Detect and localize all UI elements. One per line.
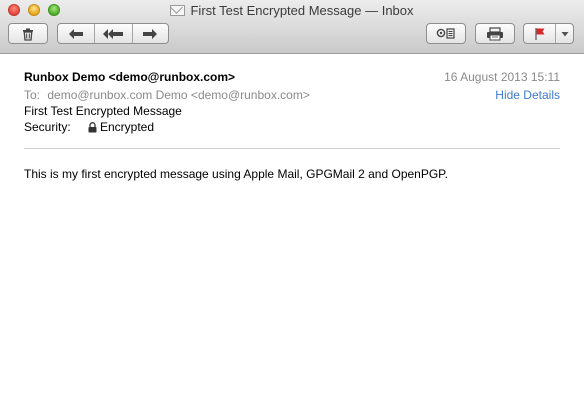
mail-window: First Test Encrypted Message — Inbox Run… xyxy=(0,0,584,414)
message-date: 16 August 2013 15:11 xyxy=(444,70,560,84)
security-status: Encrypted xyxy=(100,120,155,134)
delete-button[interactable] xyxy=(8,23,48,44)
window-title-text: First Test Encrypted Message — Inbox xyxy=(190,3,414,18)
flag-dropdown-button[interactable] xyxy=(556,24,573,43)
gpg-key-icon xyxy=(436,28,455,39)
security-label: Security: xyxy=(24,120,71,134)
reply-all-arrow-icon xyxy=(103,28,124,39)
recipient[interactable]: demo@runbox.com Demo <demo@runbox.com> xyxy=(47,88,309,102)
flag-control xyxy=(523,23,574,44)
print-button[interactable] xyxy=(475,23,515,44)
reply-all-button[interactable] xyxy=(95,24,133,43)
lock-icon xyxy=(88,121,97,132)
window-toolbar: First Test Encrypted Message — Inbox xyxy=(0,0,584,54)
chevron-down-icon xyxy=(561,31,569,36)
trash-icon xyxy=(23,28,33,41)
reply-arrow-icon xyxy=(69,28,84,39)
reply-button[interactable] xyxy=(58,24,96,43)
header-divider xyxy=(24,148,560,149)
flag-button[interactable] xyxy=(524,24,557,43)
window-title: First Test Encrypted Message — Inbox xyxy=(0,2,584,20)
sender[interactable]: Runbox Demo <demo@runbox.com> xyxy=(24,70,235,84)
printer-icon xyxy=(487,26,503,40)
reply-forward-group xyxy=(57,23,169,44)
message-subject: First Test Encrypted Message xyxy=(24,104,182,118)
red-flag-icon xyxy=(535,27,545,40)
hide-details-link[interactable]: Hide Details xyxy=(495,88,560,102)
security-line: Security: Encrypted xyxy=(24,120,154,134)
gpg-button[interactable] xyxy=(426,23,466,44)
to-label: To: xyxy=(24,88,41,102)
envelope-icon xyxy=(170,5,186,16)
message-body: This is my first encrypted message using… xyxy=(24,167,448,181)
forward-button[interactable] xyxy=(133,24,168,43)
recipients-line: To: demo@runbox.com Demo <demo@runbox.co… xyxy=(24,88,310,102)
forward-arrow-icon xyxy=(143,28,158,39)
